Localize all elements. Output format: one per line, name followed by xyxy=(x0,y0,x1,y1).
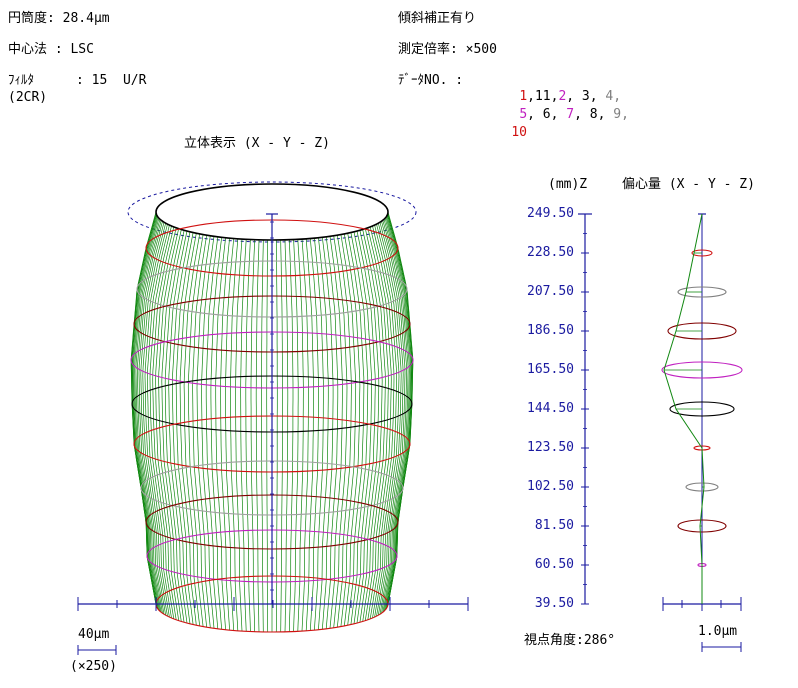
scale-ecc-value: 1.0μm xyxy=(698,624,738,639)
z-tick-label: 123.50 xyxy=(527,440,574,455)
view-angle: 視点角度:286° xyxy=(524,633,616,648)
scale-3d-value: 40μm xyxy=(78,627,110,642)
cylindricity-report: 円筒度: 28.4μm 中心法 : LSC ﾌｨﾙﾀ : 15 U/R (2CR… xyxy=(0,0,798,688)
z-tick-label: 81.50 xyxy=(534,518,574,533)
z-tick-label: 207.50 xyxy=(527,284,574,299)
z-tick-label: 102.50 xyxy=(527,479,574,494)
eccentricity-view xyxy=(578,213,743,652)
z-tick-label: 186.50 xyxy=(527,323,574,338)
z-tick-label: 60.50 xyxy=(534,557,574,572)
z-tick-label: 249.50 xyxy=(527,206,574,221)
z-tick-label: 228.50 xyxy=(527,245,574,260)
z-tick-label: 165.50 xyxy=(527,362,574,377)
z-tick-label: 39.50 xyxy=(534,596,574,611)
z-tick-label: 144.50 xyxy=(527,401,574,416)
scale-3d-magnification: (×250) xyxy=(70,659,117,674)
